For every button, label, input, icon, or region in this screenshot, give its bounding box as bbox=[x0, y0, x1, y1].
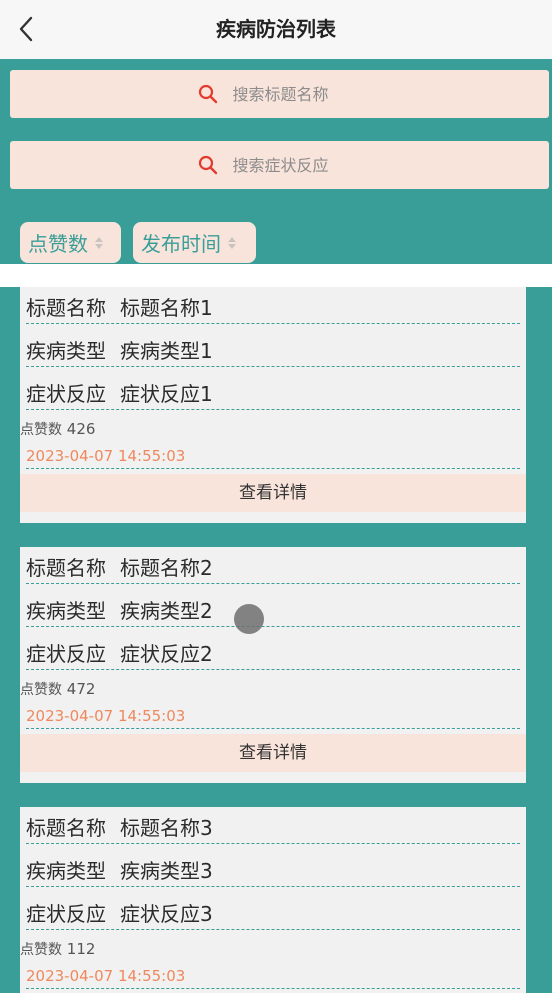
title-search-input[interactable] bbox=[232, 84, 363, 104]
field-label: 症状反应 bbox=[26, 382, 106, 406]
likes-row: 点赞数 472 bbox=[20, 679, 95, 699]
likes-count: 472 bbox=[66, 680, 96, 698]
field-label: 症状反应 bbox=[26, 902, 106, 926]
symptom-row: 症状反应 症状反应1 bbox=[26, 373, 520, 410]
field-label: 疾病类型 bbox=[26, 599, 106, 623]
field-value: 症状反应1 bbox=[120, 382, 213, 406]
likes-label: 点赞数 bbox=[20, 942, 62, 958]
disease-type-row: 疾病类型 疾病类型2 bbox=[26, 590, 520, 627]
disease-type-row: 疾病类型 疾病类型3 bbox=[26, 850, 520, 887]
field-label: 标题名称 bbox=[26, 816, 106, 840]
field-value: 标题名称3 bbox=[120, 816, 213, 840]
field-value: 标题名称1 bbox=[120, 296, 213, 320]
list-item[interactable]: 标题名称 标题名称2 疾病类型 疾病类型2 症状反应 症状反应2 点赞数 472 20… bbox=[20, 547, 526, 783]
likes-label: 点赞数 bbox=[20, 422, 62, 438]
list-item[interactable]: 标题名称 标题名称3 疾病类型 疾病类型3 症状反应 症状反应3 点赞数 112 20… bbox=[20, 807, 526, 993]
field-value: 疾病类型3 bbox=[120, 859, 213, 883]
list-item[interactable]: 标题名称 标题名称1 疾病类型 疾病类型1 症状反应 症状反应1 点赞数 426 20… bbox=[20, 287, 526, 523]
symptom-search-box[interactable] bbox=[10, 141, 549, 189]
sort-by-likes-button[interactable]: 点赞数 bbox=[20, 222, 121, 263]
sort-time-label: 发布时间 bbox=[141, 232, 221, 256]
search-icon bbox=[198, 155, 217, 175]
field-label: 疾病类型 bbox=[26, 339, 106, 363]
title-search-box[interactable] bbox=[10, 70, 549, 118]
field-value: 疾病类型1 bbox=[120, 339, 213, 363]
field-label: 疾病类型 bbox=[26, 859, 106, 883]
field-label: 标题名称 bbox=[26, 296, 106, 320]
field-label: 标题名称 bbox=[26, 556, 106, 580]
likes-count: 112 bbox=[66, 940, 96, 958]
touch-indicator bbox=[234, 604, 264, 634]
field-value: 症状反应3 bbox=[120, 902, 213, 926]
sort-by-time-button[interactable]: 发布时间 bbox=[133, 222, 256, 263]
symptom-search-input[interactable] bbox=[232, 155, 363, 175]
view-detail-button[interactable]: 查看详情 bbox=[20, 474, 526, 512]
field-value: 疾病类型2 bbox=[120, 599, 213, 623]
nav-bar: 疾病防治列表 bbox=[0, 0, 552, 59]
search-icon bbox=[198, 84, 217, 104]
symptom-row: 症状反应 症状反应2 bbox=[26, 633, 520, 670]
disease-type-row: 疾病类型 疾病类型1 bbox=[26, 330, 520, 367]
symptom-row: 症状反应 症状反应3 bbox=[26, 893, 520, 930]
field-value: 标题名称2 bbox=[120, 556, 213, 580]
divider bbox=[0, 264, 552, 287]
likes-row: 点赞数 112 bbox=[20, 939, 95, 959]
view-detail-button[interactable]: 查看详情 bbox=[20, 734, 526, 772]
page-title: 疾病防治列表 bbox=[216, 17, 336, 41]
field-label: 症状反应 bbox=[26, 642, 106, 666]
sort-likes-label: 点赞数 bbox=[28, 232, 88, 256]
field-value: 症状反应2 bbox=[120, 642, 213, 666]
publish-time: 2023-04-07 14:55:03 bbox=[26, 444, 520, 469]
publish-time: 2023-04-07 14:55:03 bbox=[26, 704, 520, 729]
title-row: 标题名称 标题名称1 bbox=[26, 287, 520, 324]
likes-row: 点赞数 426 bbox=[20, 419, 95, 439]
sort-arrows-icon bbox=[95, 236, 103, 249]
likes-count: 426 bbox=[66, 420, 96, 438]
sort-arrows-icon bbox=[228, 236, 236, 249]
likes-label: 点赞数 bbox=[20, 682, 62, 698]
publish-time: 2023-04-07 14:55:03 bbox=[26, 964, 520, 989]
title-row: 标题名称 标题名称3 bbox=[26, 807, 520, 844]
title-row: 标题名称 标题名称2 bbox=[26, 547, 520, 584]
